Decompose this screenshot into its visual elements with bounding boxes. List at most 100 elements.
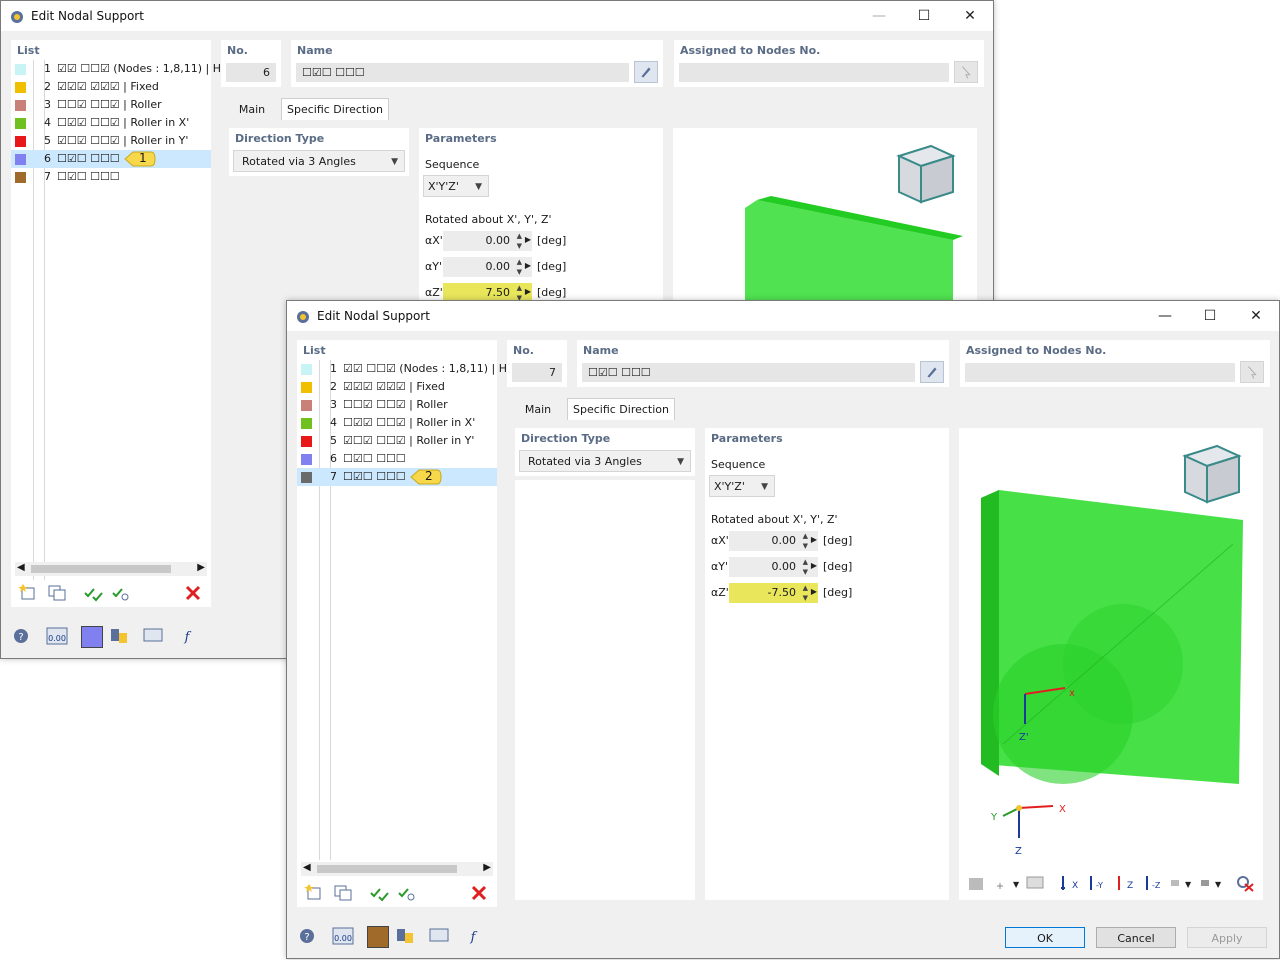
angle-input[interactable]: -7.50 ▲ ▼ ▶ <box>729 583 818 603</box>
list-item[interactable]: 5 ☑☐☑ ☐☐☑ | Roller in Y' <box>11 132 211 150</box>
name-field[interactable]: ☐☑☐ ☐☐☐ <box>582 363 915 382</box>
check-selected-icon[interactable] <box>109 582 133 604</box>
view-x-icon[interactable]: X <box>1057 872 1081 894</box>
list-item[interactable]: 3 ☐☐☑ ☐☐☑ | Roller <box>297 396 497 414</box>
list-item[interactable]: 5 ☑☐☑ ☐☐☑ | Roller in Y' <box>297 432 497 450</box>
assigned-field[interactable] <box>965 363 1235 382</box>
formula-icon[interactable]: f <box>175 625 199 647</box>
pick-nodes-icon[interactable] <box>954 61 978 83</box>
edit-name-icon[interactable] <box>634 61 658 83</box>
nodal-support-icon <box>297 311 309 323</box>
cancel-button[interactable]: Cancel <box>1096 927 1176 948</box>
minimize-button[interactable]: — <box>1142 301 1188 331</box>
list-item[interactable]: 7 ☐☑☐ ☐☐☐ <box>297 468 497 486</box>
svg-text:-Y: -Y <box>1096 881 1103 890</box>
assigned-field[interactable] <box>679 63 949 82</box>
tab-specific-direction[interactable]: Specific Direction <box>281 98 389 121</box>
list-item[interactable]: 1 ☑☑ ☐☐☑ (Nodes : 1,8,11) | H <box>11 60 221 78</box>
copy-item-icon[interactable] <box>45 582 69 604</box>
spin-right-icon[interactable]: ▶ <box>525 287 531 296</box>
units-icon[interactable]: 0.00 <box>331 925 355 947</box>
formula-icon[interactable]: f <box>461 925 485 947</box>
tab-main[interactable]: Main <box>513 399 563 421</box>
list-item-label: ☐☑☑ ☐☐☑ | Roller in X' <box>343 416 476 429</box>
help-icon[interactable]: ? <box>9 625 33 647</box>
list-item[interactable]: 1 ☑☑ ☐☐☑ (Nodes : 1,8,11) | H <box>297 360 507 378</box>
reset-view-icon[interactable] <box>1233 872 1257 894</box>
color-swatch <box>301 364 312 375</box>
maximize-button[interactable]: ☐ <box>1187 301 1233 331</box>
spin-updown-icon[interactable]: ▲ ▼ <box>803 583 808 603</box>
angle-input[interactable]: 0.00 ▲ ▼ ▶ <box>443 257 532 277</box>
spin-right-icon[interactable]: ▶ <box>525 235 531 244</box>
apply-button[interactable]: Apply <box>1187 927 1267 948</box>
view-neg-y-icon[interactable]: -Y <box>1085 872 1109 894</box>
sequence-combo[interactable]: X'Y'Z' ▼ <box>709 475 775 497</box>
tab-specific-direction[interactable]: Specific Direction <box>567 398 675 421</box>
minimize-button[interactable]: — <box>856 1 902 31</box>
list-item[interactable]: 7 ☐☑☐ ☐☐☐ <box>11 168 211 186</box>
check-all-icon[interactable] <box>367 882 391 904</box>
color-swatch <box>301 454 312 465</box>
maximize-button[interactable]: ☐ <box>901 1 947 31</box>
angle-input[interactable]: 0.00 ▲ ▼ ▶ <box>443 231 532 251</box>
help-icon[interactable]: ? <box>295 925 319 947</box>
axes-dropdown-icon[interactable]: ▼ <box>991 872 1021 894</box>
angle-input[interactable]: 0.00 ▲ ▼ ▶ <box>729 531 818 551</box>
delete-icon[interactable] <box>181 582 205 604</box>
list-item[interactable]: 4 ☐☑☑ ☐☐☑ | Roller in X' <box>297 414 497 432</box>
style-dropdown-icon[interactable]: ▼ <box>1197 872 1225 894</box>
pick-nodes-icon[interactable] <box>1240 361 1264 383</box>
copy-item-icon[interactable] <box>331 882 355 904</box>
close-button[interactable]: ✕ <box>947 1 993 31</box>
spin-updown-icon[interactable]: ▲ ▼ <box>803 531 808 551</box>
no-field[interactable]: 6 <box>226 63 276 82</box>
render-icon[interactable] <box>965 872 989 894</box>
spin-right-icon[interactable]: ▶ <box>811 587 817 596</box>
list-item[interactable]: 4 ☐☑☑ ☐☐☑ | Roller in X' <box>11 114 211 132</box>
close-button[interactable]: ✕ <box>1233 301 1279 331</box>
horizontal-scrollbar[interactable]: ◀ ▶ <box>301 862 493 876</box>
svg-text:0.00: 0.00 <box>48 634 66 643</box>
spin-right-icon[interactable]: ▶ <box>811 561 817 570</box>
direction-type-combo[interactable]: Rotated via 3 Angles ▼ <box>519 450 691 472</box>
direction-type-combo[interactable]: Rotated via 3 Angles ▼ <box>233 150 405 172</box>
angle-input[interactable]: 0.00 ▲ ▼ ▶ <box>729 557 818 577</box>
units-icon[interactable]: 0.00 <box>45 625 69 647</box>
spin-updown-icon[interactable]: ▲ ▼ <box>517 257 522 277</box>
list-item[interactable]: 6 ☐☑☐ ☐☐☐ <box>297 450 497 468</box>
spin-right-icon[interactable]: ▶ <box>811 535 817 544</box>
new-item-icon[interactable] <box>17 582 41 604</box>
display-properties-icon[interactable] <box>393 925 417 947</box>
list-item[interactable]: 2 ☑☑☑ ☑☑☑ | Fixed <box>297 378 497 396</box>
sequence-combo[interactable]: X'Y'Z' ▼ <box>423 175 489 197</box>
delete-icon[interactable] <box>467 882 491 904</box>
new-item-icon[interactable] <box>303 882 327 904</box>
color-swatch-button[interactable] <box>81 626 103 648</box>
spin-right-icon[interactable]: ▶ <box>525 261 531 270</box>
check-selected-icon[interactable] <box>395 882 419 904</box>
view-neg-z-icon[interactable]: -Z <box>1141 872 1165 894</box>
color-swatch-button[interactable] <box>367 926 389 948</box>
callout-marker: 2 <box>409 466 443 488</box>
spin-updown-icon[interactable]: ▲ ▼ <box>803 557 808 577</box>
edit-name-icon[interactable] <box>920 361 944 383</box>
no-field[interactable]: 7 <box>512 363 562 382</box>
display-icon[interactable] <box>1023 872 1047 894</box>
list-item[interactable]: 3 ☐☐☑ ☐☐☑ | Roller <box>11 96 211 114</box>
name-field[interactable]: ☐☑☐ ☐☐☐ <box>296 63 629 82</box>
display-properties-icon[interactable] <box>107 625 131 647</box>
iso-dropdown-icon[interactable]: ▼ <box>1167 872 1195 894</box>
list-item[interactable]: 6 ☐☑☐ ☐☐☐ <box>11 150 211 168</box>
view-icon[interactable] <box>427 925 451 947</box>
view-icon[interactable] <box>141 625 165 647</box>
list-item[interactable]: 2 ☑☑☑ ☑☑☑ | Fixed <box>11 78 211 96</box>
horizontal-scrollbar[interactable]: ◀ ▶ <box>15 562 207 576</box>
view-z-icon[interactable]: Z <box>1113 872 1137 894</box>
ok-button[interactable]: OK <box>1005 927 1085 948</box>
svg-text:▼: ▼ <box>1013 880 1020 889</box>
tab-main[interactable]: Main <box>227 99 277 121</box>
check-all-icon[interactable] <box>81 582 105 604</box>
spin-updown-icon[interactable]: ▲ ▼ <box>517 231 522 251</box>
angle-symbol-label: αY' <box>425 260 442 273</box>
